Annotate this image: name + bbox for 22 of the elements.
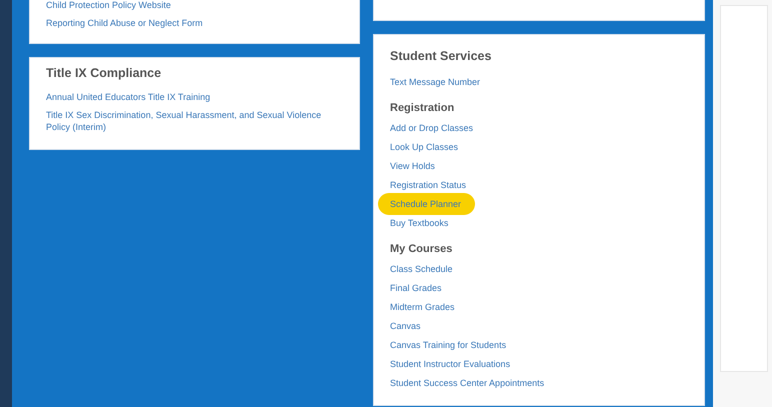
link[interactable]: Title IX Sex Discrimination, Sexual Harassment, and Sexual Violence Policy (Interim) — [46, 106, 343, 136]
section-heading: My Courses — [390, 243, 454, 255]
link[interactable]: Midterm Grades — [390, 297, 455, 316]
card-title: Student Services — [390, 49, 492, 63]
highlighted-link[interactable]: Schedule Planner — [378, 192, 476, 214]
link[interactable]: Annual United Educators Title IX Training — [46, 88, 210, 106]
link[interactable]: Child Protection Policy Website — [46, 0, 171, 14]
link[interactable]: Registration Status — [390, 175, 466, 194]
link[interactable]: Look Up Classes — [390, 137, 458, 156]
section-heading: Registration — [390, 102, 456, 114]
link[interactable]: Canvas — [390, 316, 421, 335]
link[interactable]: Text Message Number — [390, 72, 480, 91]
link[interactable]: Reporting Child Abuse or Neglect Form — [46, 14, 203, 32]
link[interactable]: Add or Drop Classes — [390, 118, 474, 137]
card-title: Title IX Compliance — [46, 66, 162, 80]
link[interactable]: Final Grades — [390, 278, 442, 297]
link[interactable]: Student Instructor Evaluations — [390, 354, 510, 373]
link[interactable]: Class Schedule — [390, 259, 453, 278]
link[interactable]: Buy Textbooks — [390, 213, 448, 232]
link[interactable]: View Holds — [390, 156, 435, 175]
link[interactable]: Canvas Training for Students — [390, 335, 506, 354]
link[interactable]: Student Success Center Appointments — [390, 373, 544, 392]
